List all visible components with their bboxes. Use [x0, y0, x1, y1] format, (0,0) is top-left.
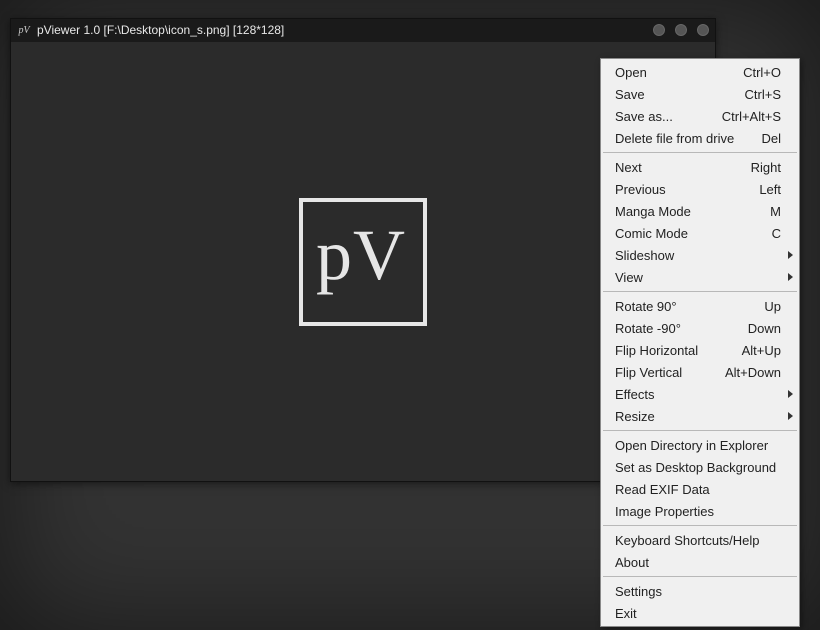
menu-item-save[interactable]: Save Ctrl+S [601, 83, 799, 105]
menu-separator [603, 291, 797, 292]
menu-item-label: Image Properties [615, 504, 781, 519]
menu-item-accel: Ctrl+O [743, 65, 781, 80]
svg-text:p: p [316, 217, 352, 295]
menu-item-open[interactable]: Open Ctrl+O [601, 61, 799, 83]
menu-item-label: Slideshow [615, 248, 781, 263]
menu-item-effects[interactable]: Effects [601, 383, 799, 405]
menu-item-accel: C [772, 226, 781, 241]
menu-item-delete-file[interactable]: Delete file from drive Del [601, 127, 799, 149]
menu-item-image-properties[interactable]: Image Properties [601, 500, 799, 522]
menu-item-flip-vertical[interactable]: Flip Vertical Alt+Down [601, 361, 799, 383]
menu-item-accel: Down [748, 321, 781, 336]
menu-item-exit[interactable]: Exit [601, 602, 799, 624]
pv-logo-icon: p V [313, 217, 413, 307]
menu-item-previous[interactable]: Previous Left [601, 178, 799, 200]
chevron-right-icon [788, 390, 793, 398]
close-button[interactable] [697, 24, 709, 36]
menu-item-label: Comic Mode [615, 226, 760, 241]
menu-separator [603, 430, 797, 431]
menu-item-accel: Ctrl+S [745, 87, 781, 102]
displayed-image: p V [299, 198, 427, 326]
menu-item-accel: Del [761, 131, 781, 146]
menu-item-comic-mode[interactable]: Comic Mode C [601, 222, 799, 244]
menu-item-label: Save as... [615, 109, 710, 124]
menu-item-label: Manga Mode [615, 204, 758, 219]
menu-item-flip-horizontal[interactable]: Flip Horizontal Alt+Up [601, 339, 799, 361]
menu-item-slideshow[interactable]: Slideshow [601, 244, 799, 266]
menu-item-label: Set as Desktop Background [615, 460, 781, 475]
menu-item-settings[interactable]: Settings [601, 580, 799, 602]
menu-item-accel: Alt+Up [742, 343, 781, 358]
menu-item-view[interactable]: View [601, 266, 799, 288]
menu-item-accel: Up [764, 299, 781, 314]
window-controls [653, 24, 709, 36]
menu-item-save-as[interactable]: Save as... Ctrl+Alt+S [601, 105, 799, 127]
menu-item-label: Next [615, 160, 739, 175]
menu-item-label: Save [615, 87, 733, 102]
menu-item-label: Read EXIF Data [615, 482, 781, 497]
menu-item-keyboard-help[interactable]: Keyboard Shortcuts/Help [601, 529, 799, 551]
menu-item-open-directory[interactable]: Open Directory in Explorer [601, 434, 799, 456]
svg-text:V: V [353, 217, 405, 295]
chevron-right-icon [788, 273, 793, 281]
menu-item-label: Flip Vertical [615, 365, 713, 380]
menu-item-label: Flip Horizontal [615, 343, 730, 358]
menu-item-label: Open Directory in Explorer [615, 438, 781, 453]
menu-item-label: Exit [615, 606, 781, 621]
menu-item-label: Keyboard Shortcuts/Help [615, 533, 781, 548]
menu-item-label: Delete file from drive [615, 131, 749, 146]
maximize-button[interactable] [675, 24, 687, 36]
menu-item-rotate-neg-90[interactable]: Rotate -90° Down [601, 317, 799, 339]
menu-item-next[interactable]: Next Right [601, 156, 799, 178]
menu-item-accel: Right [751, 160, 781, 175]
menu-item-label: About [615, 555, 781, 570]
menu-item-label: Open [615, 65, 731, 80]
menu-separator [603, 576, 797, 577]
chevron-right-icon [788, 412, 793, 420]
menu-item-label: Resize [615, 409, 781, 424]
menu-item-accel: Ctrl+Alt+S [722, 109, 781, 124]
menu-item-set-desktop-bg[interactable]: Set as Desktop Background [601, 456, 799, 478]
app-icon: pV [17, 23, 31, 37]
menu-item-label: Rotate -90° [615, 321, 736, 336]
menu-item-label: Settings [615, 584, 781, 599]
menu-item-label: View [615, 270, 781, 285]
minimize-button[interactable] [653, 24, 665, 36]
menu-item-label: Rotate 90° [615, 299, 752, 314]
menu-item-accel: Alt+Down [725, 365, 781, 380]
menu-item-accel: M [770, 204, 781, 219]
menu-separator [603, 152, 797, 153]
menu-item-accel: Left [759, 182, 781, 197]
menu-item-resize[interactable]: Resize [601, 405, 799, 427]
menu-item-label: Effects [615, 387, 781, 402]
menu-item-label: Previous [615, 182, 747, 197]
menu-item-about[interactable]: About [601, 551, 799, 573]
menu-separator [603, 525, 797, 526]
window-title: pViewer 1.0 [F:\Desktop\icon_s.png] [128… [37, 23, 653, 37]
menu-item-manga-mode[interactable]: Manga Mode M [601, 200, 799, 222]
menu-item-read-exif[interactable]: Read EXIF Data [601, 478, 799, 500]
context-menu: Open Ctrl+O Save Ctrl+S Save as... Ctrl+Alt+S… [600, 58, 800, 627]
titlebar[interactable]: pV pViewer 1.0 [F:\Desktop\icon_s.png] [… [11, 19, 715, 41]
menu-item-rotate-90[interactable]: Rotate 90° Up [601, 295, 799, 317]
chevron-right-icon [788, 251, 793, 259]
